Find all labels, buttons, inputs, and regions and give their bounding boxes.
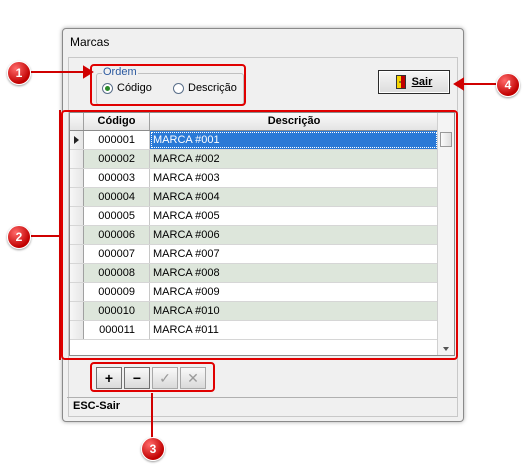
callout-connectors: [31, 65, 496, 440]
callout-4: 4: [496, 73, 520, 97]
callout-2: 2: [7, 225, 31, 249]
callout-1: 1: [7, 61, 31, 85]
callout-3: 3: [141, 437, 165, 461]
